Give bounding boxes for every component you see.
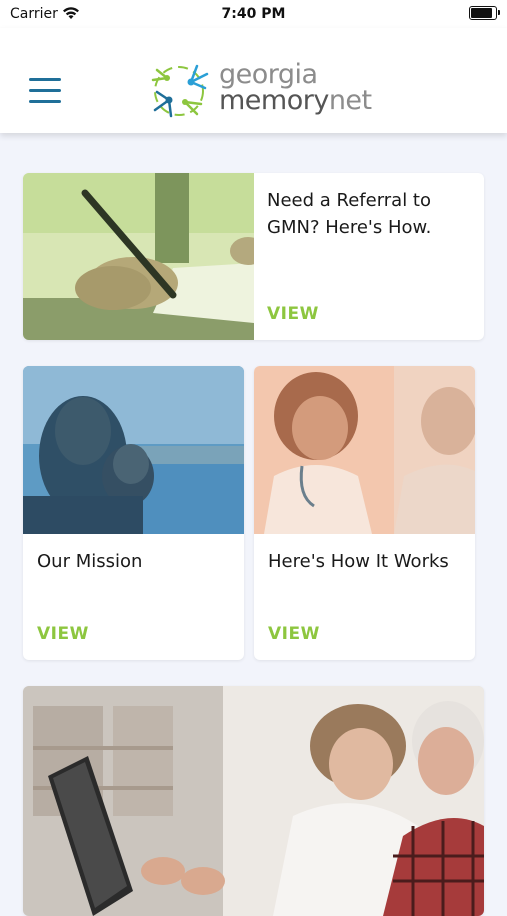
app-header: georgia memorynet [0, 28, 507, 133]
couple-smiling-photo [23, 366, 244, 534]
georgia-memory-net-logo[interactable]: georgia memorynet [147, 60, 372, 122]
our-mission-title: Our Mission [37, 551, 143, 572]
doctor-with-patient-photo [254, 366, 475, 534]
logo-wordmark: georgia memorynet [219, 61, 372, 116]
referral-card-title: Need a Referral to GMN? Here's How. [267, 187, 431, 241]
couple-with-laptop-photo [23, 686, 484, 916]
referral-title-line2: GMN? Here's How. [267, 217, 432, 238]
how-it-works-title: Here's How It Works [268, 551, 449, 572]
referral-view-link[interactable]: VIEW [267, 304, 319, 324]
how-it-works-card[interactable]: Here's How It Works VIEW [254, 366, 475, 660]
clock-time: 7:40 PM [221, 6, 286, 22]
battery-icon [469, 6, 500, 20]
status-bar: Carrier 7:40 PM [0, 0, 507, 28]
signing-document-photo [23, 173, 254, 340]
hamburger-menu-icon[interactable] [29, 76, 61, 104]
starburst-logo-icon [151, 64, 209, 118]
logo-line-net: net [328, 85, 372, 116]
how-it-works-view-link[interactable]: VIEW [268, 624, 320, 644]
referral-title-line1: Need a Referral to [267, 190, 432, 211]
our-mission-view-link[interactable]: VIEW [37, 624, 89, 644]
laptop-couple-card[interactable] [23, 686, 484, 916]
our-mission-card[interactable]: Our Mission VIEW [23, 366, 244, 660]
referral-card[interactable]: Need a Referral to GMN? Here's How. VIEW [23, 173, 484, 340]
logo-line-memory: memory [219, 85, 329, 116]
